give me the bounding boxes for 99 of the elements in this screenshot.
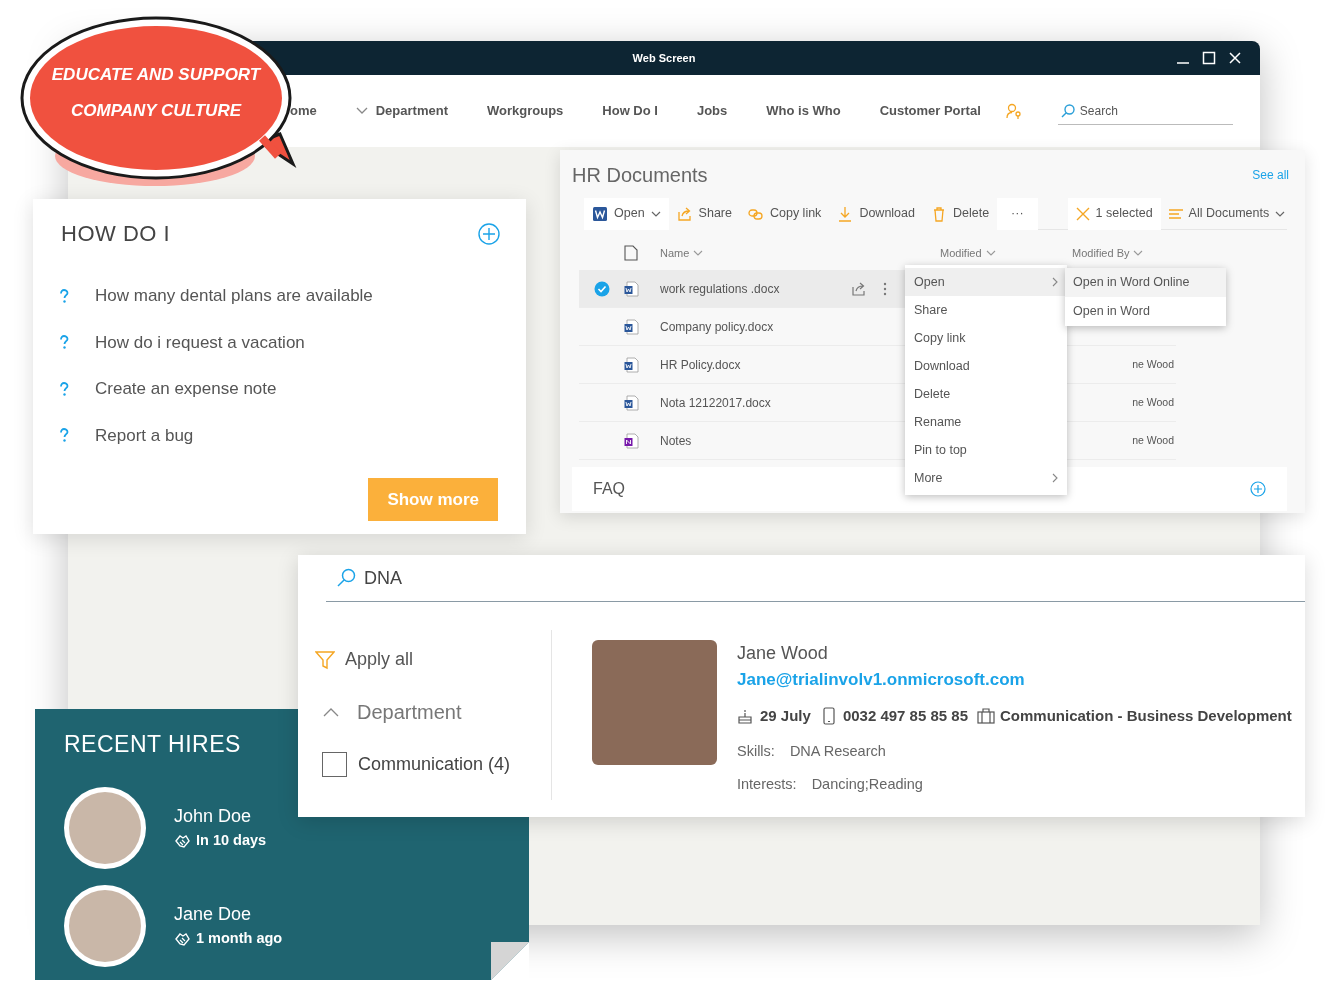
selection-count: 1 selected	[1095, 205, 1153, 223]
modified-by-cell-text: ne Wood	[1132, 432, 1174, 448]
chevron-down-icon[interactable]	[355, 107, 368, 115]
chevron-down-icon	[985, 250, 996, 256]
department: Communication - Business Development	[1000, 705, 1292, 726]
view-dropdown[interactable]: All Documents	[1160, 197, 1294, 230]
filter-option[interactable]: Communication (4)	[358, 751, 511, 778]
filter-group-title: Department	[357, 700, 462, 725]
toolbar-button[interactable]: Copy link	[739, 197, 830, 230]
file-name[interactable]: Notes	[660, 431, 850, 450]
chevron-down-icon	[693, 250, 704, 256]
menu-item[interactable]: Open	[905, 268, 1067, 296]
modified-by-cell-text: ne Wood	[1132, 356, 1174, 372]
word-file-icon	[624, 394, 639, 411]
document-icon	[624, 245, 638, 261]
question-mark-icon	[59, 335, 69, 350]
window-title: Web Screen	[632, 50, 696, 66]
apply-all-link[interactable]: Apply all	[345, 646, 414, 673]
share-icon	[676, 205, 693, 222]
close-icon[interactable]	[1228, 51, 1242, 65]
phone-icon	[822, 706, 835, 725]
add-circle-icon[interactable]	[478, 222, 500, 245]
briefcase-icon	[977, 707, 995, 724]
word-file-icon	[592, 205, 608, 222]
file-name[interactable]: work regulations .docx	[660, 279, 850, 298]
close-icon	[1075, 206, 1090, 221]
birthday: 29 July	[760, 705, 811, 726]
detail-label: Skills:	[737, 742, 775, 761]
chevron-down-icon	[1275, 210, 1286, 217]
chevron-down-icon	[1133, 250, 1144, 256]
filter-group-header[interactable]: Department	[323, 697, 551, 727]
toolbar-button[interactable]: Delete	[922, 197, 998, 230]
detail-value: DNA Research	[789, 742, 886, 761]
person-name: Jane Wood	[737, 642, 829, 665]
nav-link[interactable]: Department	[375, 101, 448, 121]
handshake-icon	[174, 931, 191, 947]
nav-link[interactable]: ome	[290, 101, 317, 121]
badge-text: COMPANY CULTURE	[71, 99, 241, 122]
menu-item[interactable]: Download	[905, 352, 1067, 380]
search-icon	[336, 568, 356, 588]
word-file-icon	[624, 280, 639, 297]
toolbar-button[interactable]: Open	[584, 197, 669, 230]
nav-link[interactable]: How Do I	[602, 101, 658, 121]
handshake-icon	[174, 833, 191, 849]
column-header[interactable]: Name	[660, 244, 690, 262]
card-title: HR Documents	[572, 163, 708, 188]
modified-by-cell-text: ne Wood	[1132, 394, 1174, 410]
section-title: FAQ	[593, 479, 625, 499]
chevron-down-icon	[650, 210, 661, 217]
question-mark-icon	[59, 428, 69, 443]
toolbar-button[interactable]: Download	[829, 197, 923, 230]
word-file-icon	[624, 356, 639, 373]
person-name[interactable]: John Doe	[174, 803, 267, 831]
menu-item[interactable]: Open in Word Online	[1065, 268, 1226, 297]
nav-link[interactable]: Jobs	[696, 101, 728, 121]
question-mark-icon	[59, 288, 69, 303]
search-field[interactable]: DNA	[364, 564, 664, 592]
column-header[interactable]: Modified By	[1072, 244, 1130, 262]
file-name[interactable]: Nota 12122017.docx	[660, 393, 850, 412]
cake-icon	[737, 707, 753, 724]
phone-number: 0032 497 85 85 85	[842, 705, 968, 726]
question-link[interactable]: Create an expense note	[95, 376, 277, 402]
card-title: RECENT HIRES	[64, 730, 242, 759]
question-link[interactable]: How many dental plans are available	[95, 283, 373, 309]
toolbar-button[interactable]: Share	[668, 197, 740, 230]
chevron-up-icon	[323, 707, 339, 717]
question-link[interactable]: Report a bug	[95, 422, 194, 448]
page-curl-drawing	[491, 942, 529, 980]
column-header[interactable]: Modified	[940, 244, 982, 262]
add-circle-icon[interactable]	[1250, 481, 1266, 497]
search-field[interactable]: Search	[1079, 101, 1220, 120]
user-key-icon[interactable]	[1005, 103, 1022, 119]
checkmark-circle-icon[interactable]	[593, 280, 610, 297]
maximize-icon[interactable]	[1202, 51, 1216, 65]
person-name[interactable]: Jane Doe	[174, 901, 283, 929]
download-icon	[837, 205, 854, 222]
search-icon	[1060, 103, 1075, 118]
nav-link[interactable]: Workgroups	[487, 101, 564, 121]
question-mark-icon	[59, 381, 69, 396]
more-vertical-icon[interactable]	[883, 281, 887, 296]
selection-indicator[interactable]: 1 selected	[1067, 197, 1161, 230]
onenote-file-icon	[624, 432, 639, 449]
file-name[interactable]: HR Policy.docx	[660, 355, 850, 374]
share-icon[interactable]	[851, 280, 867, 297]
nav-link[interactable]: Who is Who	[766, 101, 841, 121]
filter-icon[interactable]	[315, 649, 335, 670]
detail-label: Interests:	[737, 774, 797, 794]
question-link[interactable]: How do i request a vacation	[95, 329, 305, 355]
hire-date: In 10 days	[196, 831, 267, 851]
detail-value: Dancing;Reading	[811, 774, 923, 794]
hire-date: 1 month ago	[196, 929, 283, 949]
card-title: HOW DO I	[61, 220, 171, 248]
menu-item[interactable]: More	[905, 464, 1067, 492]
word-file-icon	[624, 318, 639, 335]
list-icon	[1168, 207, 1183, 220]
checkbox[interactable]	[322, 752, 347, 777]
file-name[interactable]: Company policy.docx	[660, 317, 850, 336]
nav-link[interactable]: Customer Portal	[879, 101, 981, 121]
badge-text: EDUCATE AND SUPPORT	[51, 64, 261, 86]
